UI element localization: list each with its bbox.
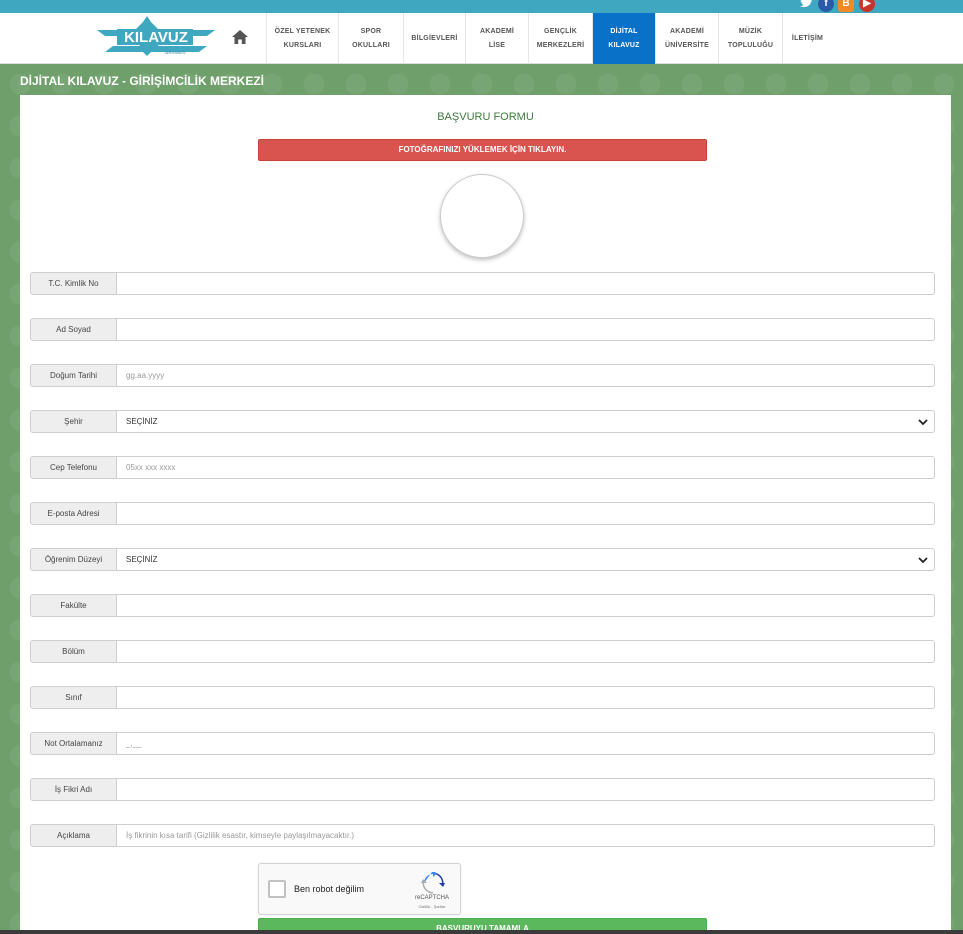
form-row: Açıklama: [30, 824, 935, 847]
nav-item-0[interactable]: ÖZEL YETENEK KURSLARI: [266, 13, 338, 64]
form-row: E-posta Adresi: [30, 502, 935, 525]
form-row: Ad Soyad: [30, 318, 935, 341]
field-label: Doğum Tarihi: [30, 364, 117, 387]
text-field[interactable]: [117, 824, 935, 847]
text-field[interactable]: [117, 594, 935, 617]
social-bar: f B ▶: [0, 0, 963, 13]
recaptcha-checkbox[interactable]: [268, 880, 286, 898]
nav-item-3[interactable]: AKADEMİ LİSE: [465, 13, 528, 64]
form-row: Sınıf: [30, 686, 935, 709]
field-label: Öğrenim Düzeyi: [30, 548, 117, 571]
home-icon[interactable]: [232, 30, 248, 44]
kilavuz-logo[interactable]: KILAVUZ DERSHANESİ: [95, 16, 217, 58]
text-input[interactable]: [126, 693, 925, 702]
main-nav: KILAVUZ DERSHANESİ ÖZEL YETENEK KURSLARI…: [0, 13, 963, 64]
text-input[interactable]: [126, 785, 925, 794]
field-label: Bölüm: [30, 640, 117, 663]
form-row: Bölüm: [30, 640, 935, 663]
recaptcha-widget: Ben robot değilim reCAPTCHA Gizlilik - Ş…: [258, 863, 461, 915]
field-label: Açıklama: [30, 824, 117, 847]
text-field[interactable]: [117, 272, 935, 295]
recaptcha-brand: reCAPTCHA: [414, 895, 449, 901]
text-input[interactable]: [126, 647, 925, 656]
bottom-edge: [0, 930, 963, 934]
text-input[interactable]: [126, 831, 925, 840]
text-input[interactable]: [126, 279, 925, 288]
chevron-down-icon[interactable]: [918, 417, 928, 427]
field-label: Not Ortalamanız: [30, 732, 117, 755]
nav-item-1[interactable]: SPOR OKULLARI: [338, 13, 403, 64]
field-label: Şehir: [30, 410, 117, 433]
field-label: E-posta Adresi: [30, 502, 117, 525]
text-field[interactable]: [117, 778, 935, 801]
nav-item-7[interactable]: MÜZİK TOPLULUĞU: [718, 13, 782, 64]
text-input[interactable]: [126, 463, 925, 472]
recaptcha-icon: [421, 870, 445, 894]
page-title: DİJİTAL KILAVUZ - GİRİŞİMCİLİK MERKEZİ: [20, 74, 264, 88]
select-field[interactable]: SEÇİNİZ: [117, 410, 935, 433]
twitter-icon[interactable]: [798, 0, 814, 12]
facebook-icon[interactable]: f: [818, 0, 834, 12]
select-value: SEÇİNİZ: [126, 417, 158, 426]
youtube-icon[interactable]: ▶: [859, 0, 875, 12]
form-row: İş Fikri Adı: [30, 778, 935, 801]
text-input[interactable]: [126, 739, 925, 748]
form-row: Öğrenim Düzeyi SEÇİNİZ: [30, 548, 935, 571]
text-field[interactable]: [117, 686, 935, 709]
field-label: T.C. Kimlik No: [30, 272, 117, 295]
text-field[interactable]: [117, 456, 935, 479]
recaptcha-label: Ben robot değilim: [294, 884, 365, 894]
form-row: Not Ortalamanız: [30, 732, 935, 755]
text-field[interactable]: [117, 364, 935, 387]
blogger-icon[interactable]: B: [838, 0, 854, 12]
upload-photo-button[interactable]: FOTOĞRAFINIZI YÜKLEMEK İÇİN TIKLAYIN.: [258, 139, 707, 161]
nav-item-6[interactable]: AKADEMİ ÜNİVERSİTE: [655, 13, 718, 64]
nav-item-8[interactable]: İLETİŞİM: [782, 13, 832, 64]
form-title: BAŞVURU FORMU: [437, 111, 534, 123]
photo-preview[interactable]: [440, 174, 524, 258]
select-value: SEÇİNİZ: [126, 555, 158, 564]
text-field[interactable]: [117, 318, 935, 341]
select-field[interactable]: SEÇİNİZ: [117, 548, 935, 571]
text-field[interactable]: [117, 732, 935, 755]
form-row: Fakülte: [30, 594, 935, 617]
text-input[interactable]: [126, 371, 925, 380]
nav-item-4[interactable]: GENÇLİK MERKEZLERİ: [528, 13, 592, 64]
form-row: Cep Telefonu: [30, 456, 935, 479]
field-label: İş Fikri Adı: [30, 778, 117, 801]
text-input[interactable]: [126, 509, 925, 518]
nav-item-2[interactable]: BİLGİEVLERİ: [403, 13, 465, 64]
form-row: Şehir SEÇİNİZ: [30, 410, 935, 433]
logo-tagline: DERSHANESİ: [165, 50, 186, 55]
form-row: Doğum Tarihi: [30, 364, 935, 387]
nav-item-5[interactable]: DİJİTAL KILAVUZ: [592, 13, 655, 64]
chevron-down-icon[interactable]: [918, 555, 928, 565]
text-input[interactable]: [126, 601, 925, 610]
text-field[interactable]: [117, 640, 935, 663]
field-label: Sınıf: [30, 686, 117, 709]
field-label: Cep Telefonu: [30, 456, 117, 479]
text-input[interactable]: [126, 325, 925, 334]
field-label: Fakülte: [30, 594, 117, 617]
application-form-panel: BAŞVURU FORMU FOTOĞRAFINIZI YÜKLEMEK İÇİ…: [20, 95, 951, 934]
recaptcha-terms[interactable]: Gizlilik - Şartlar: [404, 904, 460, 909]
text-field[interactable]: [117, 502, 935, 525]
form-row: T.C. Kimlik No: [30, 272, 935, 295]
field-label: Ad Soyad: [30, 318, 117, 341]
logo-text: KILAVUZ: [124, 29, 188, 46]
